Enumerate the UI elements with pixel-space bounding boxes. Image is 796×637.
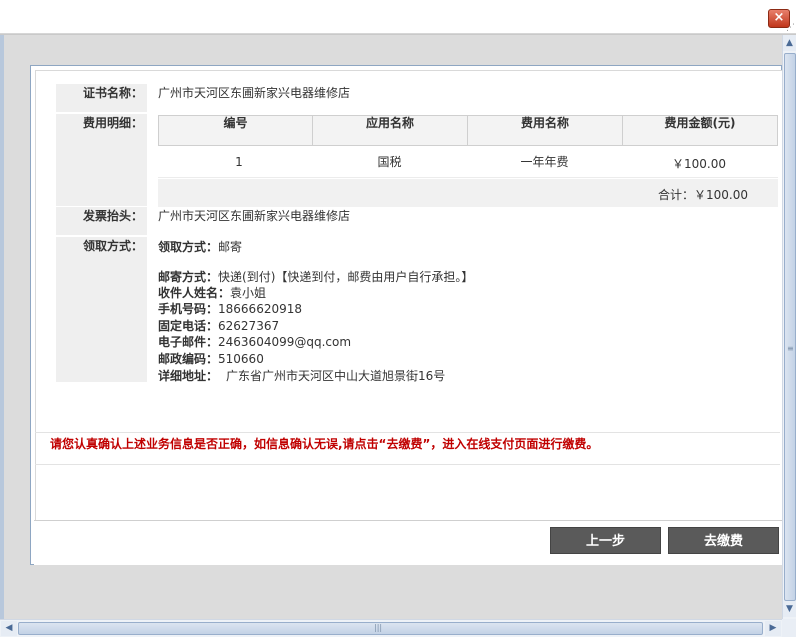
- pickup-method-line: 领取方式：邮寄: [158, 238, 242, 255]
- header-app-name: 应用名称: [313, 116, 468, 145]
- table-row: 1 国税 一年年费 ￥100.00: [158, 146, 778, 178]
- title-bar: × ⋰: [0, 0, 796, 34]
- grip-icon: ≡: [787, 344, 794, 353]
- receiver-value: 袁小姐: [230, 286, 267, 300]
- email-value: 2463604099@qq.com: [218, 335, 352, 349]
- scroll-left-icon[interactable]: ◀: [1, 621, 17, 636]
- mail-method-label: 邮寄方式：: [158, 270, 219, 284]
- scroll-up-icon[interactable]: ▲: [783, 35, 796, 51]
- horizontal-scroll-thumb[interactable]: |||: [18, 622, 763, 635]
- pickup-method-sublabel: 领取方式：: [158, 240, 219, 254]
- confirm-notice: 请您认真确认上述业务信息是否正确，如信息确认无误,请点击“去缴费”，进入在线支付…: [50, 437, 599, 451]
- pickup-method-label: 领取方式：: [56, 237, 147, 382]
- scroll-right-icon[interactable]: ▶: [765, 621, 781, 636]
- zip-value: 510660: [218, 352, 264, 366]
- mail-method-line: 邮寄方式：快递(到付)【快递到付，邮费由用户自行承担。】: [158, 268, 473, 285]
- receiver-label: 收件人姓名：: [158, 286, 231, 300]
- email-line: 电子邮件：2463604099@qq.com: [158, 333, 351, 350]
- address-line: 详细地址： 广东省广州市天河区中山大道旭景街16号: [158, 367, 445, 384]
- go-pay-button[interactable]: 去缴费: [668, 527, 779, 554]
- mobile-line: 手机号码：18666620918: [158, 300, 302, 317]
- scrollbar-corner: [782, 619, 796, 637]
- phone-value: 62627367: [218, 319, 280, 333]
- invoice-title-label: 发票抬头：: [56, 207, 147, 235]
- fee-total: 合计：￥100.00: [658, 188, 748, 202]
- mobile-value: 18666620918: [218, 302, 302, 316]
- horizontal-scrollbar[interactable]: ◀ ||| ▶: [0, 619, 782, 637]
- address-label: 详细地址：: [158, 369, 219, 383]
- pickup-method-value: 邮寄: [218, 240, 243, 254]
- fee-table-header: 编号 应用名称 费用名称 费用金额(元): [158, 115, 778, 146]
- vertical-scrollbar[interactable]: ▲ ≡ ▼: [782, 35, 796, 619]
- phone-line: 固定电话：62627367: [158, 317, 279, 334]
- phone-label: 固定电话：: [158, 319, 219, 333]
- vertical-scroll-thumb[interactable]: ≡: [784, 53, 796, 601]
- invoice-title-value: 广州市天河区东圃新家兴电器维修店: [158, 209, 351, 223]
- zip-line: 邮政编码：510660: [158, 350, 264, 367]
- receiver-line: 收件人姓名：袁小姐: [158, 284, 266, 301]
- grip-icon: |||: [374, 623, 383, 632]
- mail-method-value: 快递(到付)【快递到付，邮费由用户自行承担。】: [218, 270, 474, 284]
- address-value: 广东省广州市天河区中山大道旭景街16号: [226, 369, 446, 383]
- row-amount: ￥100.00: [672, 157, 726, 171]
- prev-step-button[interactable]: 上一步: [550, 527, 661, 554]
- fee-total-row: 合计：￥100.00: [158, 179, 778, 207]
- resize-grip-icon[interactable]: ⋰: [786, 22, 796, 34]
- cert-name-label: 证书名称：: [56, 84, 147, 112]
- divider: [35, 432, 780, 433]
- email-label: 电子邮件：: [158, 335, 219, 349]
- header-amount: 费用金额(元): [664, 116, 736, 130]
- row-fee-name: 一年年费: [520, 155, 569, 169]
- row-app-name: 国税: [377, 155, 402, 169]
- zip-label: 邮政编码：: [158, 352, 219, 366]
- header-no: 编号: [159, 116, 313, 145]
- left-frame-edge: [0, 35, 4, 619]
- fee-detail-label: 费用明细：: [56, 114, 147, 206]
- row-no: 1: [235, 155, 243, 169]
- mobile-label: 手机号码：: [158, 302, 219, 316]
- scroll-down-icon[interactable]: ▼: [783, 601, 796, 617]
- header-fee-name: 费用名称: [468, 116, 623, 145]
- cert-name-value: 广州市天河区东圃新家兴电器维修店: [158, 86, 351, 100]
- window: × ⋰ 证书名称： 广州市天河区东圃新家兴电器维修店 费用明细： 编号 应用名称…: [0, 0, 796, 637]
- divider: [35, 464, 780, 465]
